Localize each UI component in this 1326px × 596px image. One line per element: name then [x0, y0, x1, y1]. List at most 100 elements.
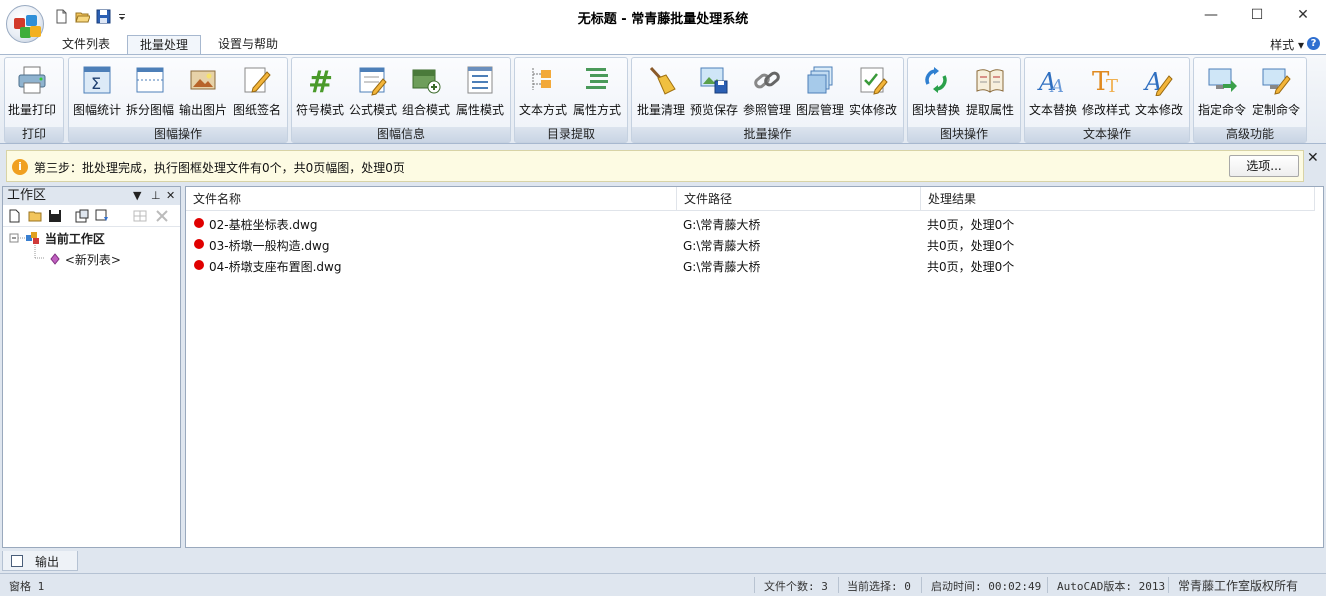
import-icon[interactable] [95, 209, 109, 223]
group-print: 批量打印 打印 [4, 57, 64, 143]
workspace-node-icon [25, 231, 41, 245]
extract-attributes-button[interactable]: 提取属性 [966, 62, 1014, 122]
sigma-icon: Σ [81, 64, 113, 96]
group-block-operations: 图块替换 提取属性 图块操作 [907, 57, 1021, 143]
split-frame-button[interactable]: 拆分图幅 [126, 62, 174, 122]
tab-file-list[interactable]: 文件列表 [50, 35, 122, 54]
frame-statistics-button[interactable]: Σ 图幅统计 [73, 62, 121, 122]
file-name-cell: 02-基桩坐标表.dwg [209, 218, 318, 232]
text-tree-icon [527, 64, 559, 96]
status-copyright: 常青藤工作室版权所有 [1178, 579, 1299, 593]
combine-mode-button[interactable]: 组合模式 [402, 62, 450, 122]
new-list-icon[interactable] [8, 209, 22, 223]
file-name-cell: 03-桥墩一般构造.dwg [209, 239, 330, 253]
batch-print-button[interactable]: 批量打印 [8, 62, 56, 122]
group-advanced: 指定命令 定制命令 高级功能 [1193, 57, 1307, 143]
dropdown-icon[interactable]: ▼ [133, 187, 141, 205]
table-row[interactable]: 03-桥墩一般构造.dwg G:\常青藤大桥 共0页，处理0个 [186, 234, 1325, 255]
pin-icon[interactable]: ⊥ [151, 187, 161, 205]
workspace-header: 工作区 ▼ ⊥ ✕ [3, 187, 180, 205]
group-text-operations: AA 文本替换 TT 修改样式 A 文本修改 文本操作 [1024, 57, 1190, 143]
entity-edit-button[interactable]: 实体修改 [849, 62, 897, 122]
group-batch-operations: 批量清理 预览保存 参照管理 图层管理 实体修改 批量操作 [631, 57, 904, 143]
window-title: 无标题 - 常青藤批量处理系统 [577, 12, 749, 27]
status-bar: 窗格 1 文件个数: 3 当前选择: 0 启动时间: 00:02:49 Auto… [0, 573, 1326, 596]
tab-settings-help[interactable]: 设置与帮助 [206, 35, 290, 54]
table-row[interactable]: 02-基桩坐标表.dwg G:\常青藤大桥 共0页，处理0个 [186, 213, 1325, 234]
pencil-sign-icon [241, 64, 273, 96]
custom-command-button[interactable]: 定制命令 [1252, 62, 1300, 122]
block-replace-button[interactable]: 图块替换 [912, 62, 960, 122]
application-menu-button[interactable] [6, 5, 44, 43]
column-header-result[interactable]: 处理结果 [921, 187, 1315, 211]
command-icon [1206, 64, 1238, 96]
info-icon: i [12, 159, 28, 175]
text-edit-icon: A [1143, 64, 1175, 97]
output-tab-label: 输出 [35, 555, 60, 569]
file-list-table: 文件名称 文件路径 处理结果 02-基桩坐标表.dwg G:\常青藤大桥 共0页… [185, 186, 1324, 548]
custom-command-icon [1260, 64, 1292, 96]
maximize-button[interactable]: ☐ [1234, 0, 1280, 30]
open-list-icon[interactable] [28, 209, 42, 223]
options-button[interactable]: 选项... [1229, 155, 1299, 177]
status-dot-icon [194, 218, 204, 228]
book-icon [974, 64, 1006, 96]
workspace-title: 工作区 [7, 188, 47, 203]
text-style-icon: TT [1090, 64, 1122, 97]
list-node-icon [49, 253, 61, 265]
status-current-selection: 当前选择: 0 [847, 580, 911, 593]
workspace-panel: 工作区 ▼ ⊥ ✕ 当前工作区 <新列表> [2, 186, 181, 548]
symbol-mode-button[interactable]: # 符号模式 [296, 62, 344, 122]
workspace-toolbar [3, 205, 180, 227]
column-header-file-name[interactable]: 文件名称 [186, 187, 677, 211]
specify-command-button[interactable]: 指定命令 [1198, 62, 1246, 122]
delete-disabled-icon[interactable] [155, 209, 169, 223]
export-image-button[interactable]: 输出图片 [179, 62, 227, 122]
text-method-button[interactable]: 文本方式 [519, 62, 567, 122]
tree-item-current-workspace[interactable]: 当前工作区 [25, 230, 105, 247]
preview-save-button[interactable]: 预览保存 [690, 62, 738, 122]
attr-tree-icon [581, 64, 613, 96]
formula-icon [357, 64, 389, 96]
text-modify-button[interactable]: A 文本修改 [1135, 62, 1183, 122]
group-frame-info: # 符号模式 公式模式 组合模式 属性模式 图幅信息 [291, 57, 511, 143]
split-frame-icon [134, 64, 166, 96]
file-path-cell: G:\常青藤大桥 [683, 260, 761, 274]
info-bar: i 第三步：批处理完成，执行图框处理文件有0个，共0页幅图，处理0页 选项... [6, 150, 1304, 182]
reference-manage-button[interactable]: 参照管理 [743, 62, 791, 122]
tree-item-new-list[interactable]: <新列表> [49, 251, 121, 268]
column-header-file-path[interactable]: 文件路径 [677, 187, 921, 211]
title-bar: 无标题 - 常青藤批量处理系统 — ☐ ✕ [0, 0, 1326, 34]
formula-mode-button[interactable]: 公式模式 [349, 62, 397, 122]
style-menu[interactable]: 样式 ▾ [1270, 36, 1304, 53]
entity-edit-icon [857, 64, 889, 96]
printer-icon [16, 64, 48, 96]
properties-icon[interactable] [75, 209, 89, 223]
save-list-icon[interactable] [48, 209, 62, 223]
modify-style-button[interactable]: TT 修改样式 [1082, 62, 1130, 122]
help-icon[interactable]: ? [1307, 37, 1320, 50]
hash-icon: # [304, 64, 336, 100]
grid-disabled-icon[interactable] [133, 209, 147, 223]
drawing-sign-button[interactable]: 图纸签名 [233, 62, 281, 122]
group-frame-operations: Σ 图幅统计 拆分图幅 输出图片 图纸签名 图幅操作 [68, 57, 288, 143]
layers-icon [804, 64, 836, 96]
attribute-mode-button[interactable]: 属性模式 [456, 62, 504, 122]
tab-batch-processing[interactable]: 批量处理 [127, 35, 202, 54]
file-name-cell: 04-桥墩支座布置图.dwg [209, 260, 342, 274]
close-button[interactable]: ✕ [1280, 0, 1326, 30]
info-bar-close-icon[interactable]: ✕ [1307, 150, 1319, 166]
attribute-method-button[interactable]: 属性方式 [573, 62, 621, 122]
layer-manage-button[interactable]: 图层管理 [796, 62, 844, 122]
batch-clean-button[interactable]: 批量清理 [637, 62, 685, 122]
text-replace-icon: AA [1037, 64, 1069, 97]
file-path-cell: G:\常青藤大桥 [683, 218, 761, 232]
text-replace-button[interactable]: AA 文本替换 [1029, 62, 1077, 122]
panel-close-icon[interactable]: ✕ [166, 187, 175, 205]
svg-text:A: A [1049, 76, 1064, 96]
table-row[interactable]: 04-桥墩支座布置图.dwg G:\常青藤大桥 共0页，处理0个 [186, 255, 1325, 276]
minimize-button[interactable]: — [1188, 0, 1234, 30]
combine-icon [410, 64, 442, 96]
output-tab[interactable]: 输出 [2, 551, 78, 571]
chain-link-icon [751, 64, 783, 96]
